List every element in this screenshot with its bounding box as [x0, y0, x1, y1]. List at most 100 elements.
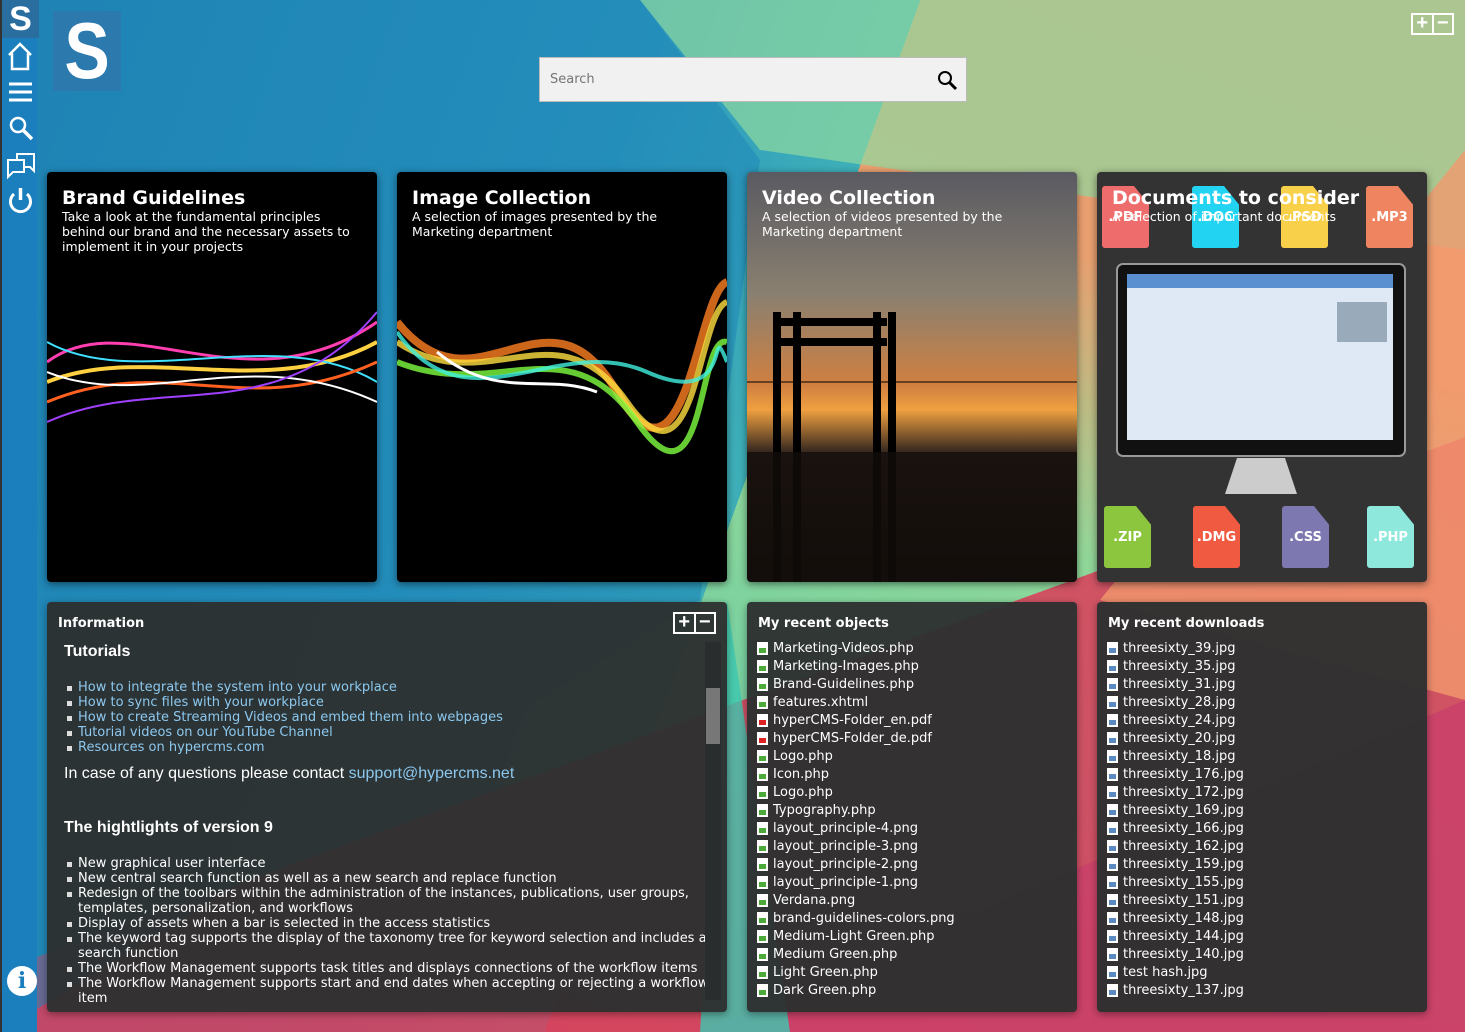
list-item[interactable]: layout_principle-3.png	[757, 837, 955, 855]
chat-icon[interactable]	[2, 146, 39, 182]
minus-icon[interactable]: −	[696, 614, 715, 632]
list-item[interactable]: Medium-Light Green.php	[757, 927, 955, 945]
list-item[interactable]: threesixty_172.jpg	[1107, 783, 1244, 801]
recent-objects-list: Marketing-Videos.php Marketing-Images.php…	[757, 639, 955, 999]
expand-collapse-toggle[interactable]: + −	[673, 612, 716, 634]
tutorial-item: Tutorial videos on our YouTube Channel	[64, 725, 721, 740]
support-email-link[interactable]: support@hypercms.net	[349, 765, 515, 782]
list-item[interactable]: Logo.php	[757, 783, 955, 801]
tile-image-collection[interactable]: Image Collection A selection of images p…	[397, 172, 727, 582]
file-name: threesixty_24.jpg	[1123, 713, 1236, 728]
list-item[interactable]: threesixty_151.jpg	[1107, 891, 1244, 909]
file-name: Verdana.png	[773, 893, 855, 908]
list-item[interactable]: threesixty_28.jpg	[1107, 693, 1244, 711]
highlight-item: New central search function as well as a…	[64, 871, 721, 886]
list-item[interactable]: layout_principle-2.png	[757, 855, 955, 873]
file-name: threesixty_176.jpg	[1123, 767, 1244, 782]
tile-brand-guidelines[interactable]: Brand Guidelines Take a look at the fund…	[47, 172, 377, 582]
image-file-icon	[1107, 714, 1118, 727]
list-item[interactable]: Verdana.png	[757, 891, 955, 909]
home-icon[interactable]	[2, 38, 39, 74]
list-item[interactable]: threesixty_18.jpg	[1107, 747, 1244, 765]
list-item[interactable]: threesixty_35.jpg	[1107, 657, 1244, 675]
list-item[interactable]: threesixty_39.jpg	[1107, 639, 1244, 657]
list-item[interactable]: test hash.jpg	[1107, 963, 1244, 981]
list-item[interactable]: features.xhtml	[757, 693, 955, 711]
page-file-icon	[757, 660, 768, 673]
page-file-icon	[757, 876, 768, 889]
recent-downloads-panel: My recent downloads threesixty_39.jpgthr…	[1097, 602, 1427, 1012]
list-item[interactable]: threesixty_159.jpg	[1107, 855, 1244, 873]
info-icon[interactable]: i	[7, 966, 37, 996]
tutorial-link[interactable]: How to integrate the system into your wo…	[78, 680, 397, 695]
list-item[interactable]: layout_principle-1.png	[757, 873, 955, 891]
list-item[interactable]: threesixty_148.jpg	[1107, 909, 1244, 927]
list-item[interactable]: Medium Green.php	[757, 945, 955, 963]
file-name: Icon.php	[773, 767, 829, 782]
list-item[interactable]: Logo.php	[757, 747, 955, 765]
file-name: brand-guidelines-colors.png	[773, 911, 955, 926]
list-item[interactable]: hyperCMS-Folder_en.pdf	[757, 711, 955, 729]
tutorial-link[interactable]: Resources on hypercms.com	[78, 740, 265, 755]
plus-icon[interactable]: +	[1413, 15, 1434, 33]
file-name: threesixty_148.jpg	[1123, 911, 1244, 926]
logout-icon[interactable]	[2, 182, 39, 218]
info-content: Tutorials How to integrate the system in…	[47, 640, 721, 1002]
file-name: threesixty_159.jpg	[1123, 857, 1244, 872]
tile-video-collection[interactable]: Video Collection A selection of videos p…	[747, 172, 1077, 582]
page-file-icon	[757, 930, 768, 943]
page-file-icon	[757, 894, 768, 907]
image-file-icon	[1107, 642, 1118, 655]
tutorial-link[interactable]: How to create Streaming Videos and embed…	[78, 710, 503, 725]
file-name: layout_principle-3.png	[773, 839, 918, 854]
image-file-icon	[1107, 912, 1118, 925]
minus-icon[interactable]: −	[1434, 15, 1453, 33]
list-item[interactable]: Icon.php	[757, 765, 955, 783]
list-item[interactable]: Brand-Guidelines.php	[757, 675, 955, 693]
list-item[interactable]: threesixty_155.jpg	[1107, 873, 1244, 891]
list-item[interactable]: Marketing-Videos.php	[757, 639, 955, 657]
list-item[interactable]: threesixty_176.jpg	[1107, 765, 1244, 783]
plus-icon[interactable]: +	[675, 614, 696, 632]
list-item[interactable]: threesixty_24.jpg	[1107, 711, 1244, 729]
expand-collapse-toggle[interactable]: + −	[1411, 13, 1454, 35]
highlight-item: The keyword tag supports the display of …	[64, 931, 721, 961]
list-item[interactable]: Dark Green.php	[757, 981, 955, 999]
list-item[interactable]: hyperCMS-Folder_de.pdf	[757, 729, 955, 747]
search-icon[interactable]	[2, 110, 39, 146]
list-item[interactable]: threesixty_137.jpg	[1107, 981, 1244, 999]
list-item[interactable]: threesixty_169.jpg	[1107, 801, 1244, 819]
image-file-icon	[1107, 930, 1118, 943]
tile-documents[interactable]: .PDF .DOC .PSD .MP3 .ZIP .DMG .CSS .PHP …	[1097, 172, 1427, 582]
list-item[interactable]: threesixty_162.jpg	[1107, 837, 1244, 855]
file-name: Logo.php	[773, 785, 833, 800]
list-item[interactable]: threesixty_20.jpg	[1107, 729, 1244, 747]
image-file-icon	[1107, 822, 1118, 835]
image-file-icon	[1107, 696, 1118, 709]
file-name: threesixty_155.jpg	[1123, 875, 1244, 890]
menu-icon[interactable]	[2, 74, 39, 110]
file-name: Medium-Light Green.php	[773, 929, 935, 944]
image-file-icon	[1107, 804, 1118, 817]
list-item[interactable]: brand-guidelines-colors.png	[757, 909, 955, 927]
search-input[interactable]	[540, 58, 920, 101]
page-file-icon	[757, 696, 768, 709]
tutorial-link[interactable]: Tutorial videos on our YouTube Channel	[78, 725, 333, 740]
image-file-icon	[1107, 660, 1118, 673]
file-name: Marketing-Images.php	[773, 659, 919, 674]
scrollbar[interactable]	[705, 642, 721, 1000]
list-item[interactable]: Typography.php	[757, 801, 955, 819]
tutorial-link[interactable]: How to sync files with your workplace	[78, 695, 324, 710]
list-item[interactable]: threesixty_31.jpg	[1107, 675, 1244, 693]
search-icon[interactable]	[936, 69, 958, 91]
list-item[interactable]: Light Green.php	[757, 963, 955, 981]
list-item[interactable]: threesixty_166.jpg	[1107, 819, 1244, 837]
list-item[interactable]: threesixty_140.jpg	[1107, 945, 1244, 963]
file-name: threesixty_169.jpg	[1123, 803, 1244, 818]
file-name: threesixty_28.jpg	[1123, 695, 1236, 710]
highlights-heading: The hightlights of version 9	[64, 819, 721, 837]
list-item[interactable]: layout_principle-4.png	[757, 819, 955, 837]
list-item[interactable]: Marketing-Images.php	[757, 657, 955, 675]
scrollbar-thumb[interactable]	[706, 688, 720, 744]
list-item[interactable]: threesixty_144.jpg	[1107, 927, 1244, 945]
